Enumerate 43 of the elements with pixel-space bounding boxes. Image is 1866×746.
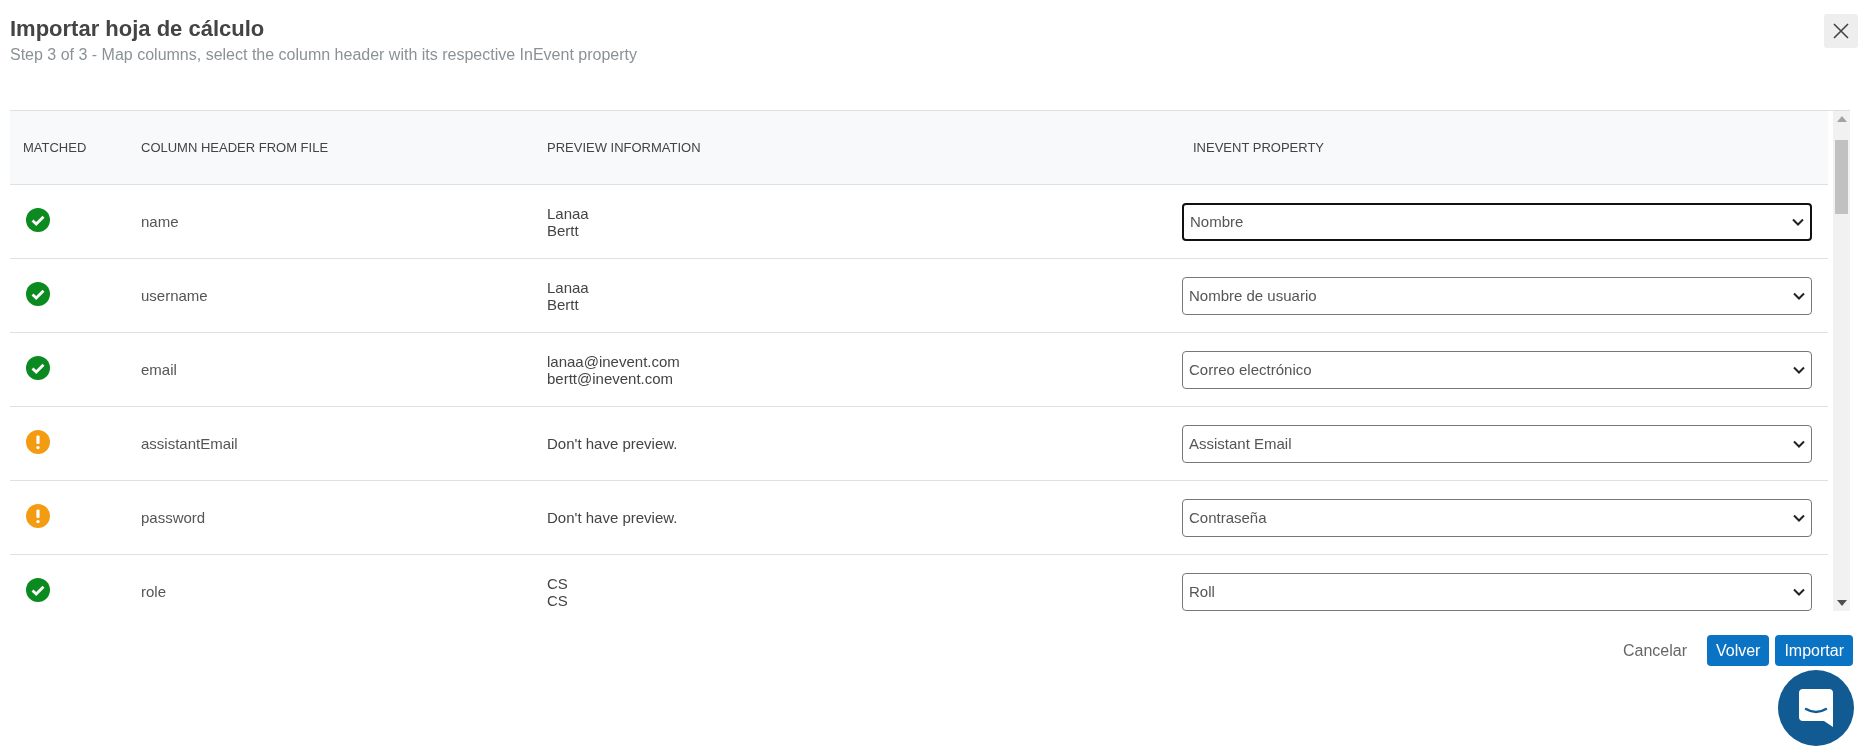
preview-text: Lanaa (547, 278, 590, 296)
scrollbar[interactable] (1833, 111, 1850, 611)
property-dropdown[interactable]: Nombre de usuario (1182, 276, 1812, 315)
table-cell-text: name (140, 213, 180, 230)
chevron-down-icon (1793, 365, 1805, 374)
preview-text: Lanaa (547, 204, 590, 222)
property-dropdown[interactable]: Nombre (1182, 202, 1812, 241)
table-cell-text: password (140, 509, 207, 526)
column-header: COLUMN HEADER FROM FILE (140, 140, 330, 155)
column-header: INEVENT PROPERTY (1192, 140, 1325, 155)
scroll-down-icon[interactable] (1836, 599, 1847, 607)
preview-text: Don't have preview. (547, 509, 679, 526)
close-button[interactable] (1824, 14, 1858, 48)
chevron-down-icon (1792, 217, 1804, 226)
preview-text: CS (547, 591, 569, 609)
cancel-link[interactable]: Cancelar (1616, 640, 1693, 661)
column-header: MATCHED (22, 140, 88, 155)
back-button[interactable]: Volver (1706, 635, 1770, 666)
close-icon (1833, 23, 1849, 39)
preview-text: Bertt (547, 295, 580, 313)
preview-text: Don't have preview. (547, 435, 679, 452)
property-dropdown[interactable]: Contraseña (1182, 498, 1812, 537)
table-cell-text: role (140, 583, 167, 600)
preview-text: CS (547, 574, 569, 592)
chevron-down-icon (1793, 513, 1805, 522)
property-dropdown[interactable]: Roll (1182, 572, 1812, 611)
chevron-down-icon (1793, 439, 1805, 448)
column-header: PREVIEW INFORMATION (546, 140, 702, 155)
chevron-down-icon (1793, 587, 1805, 596)
table-cell-text: username (140, 287, 209, 304)
scrollbar-thumb[interactable] (1835, 140, 1848, 214)
chat-bubble-icon (1799, 689, 1833, 727)
property-dropdown[interactable]: Correo electrónico (1182, 350, 1812, 389)
import-button[interactable]: Importar (1775, 635, 1853, 666)
chevron-down-icon (1793, 291, 1805, 300)
preview-text: bertt@inevent.com (547, 369, 675, 387)
dialog-title: Importar hoja de cálculo (10, 16, 265, 42)
preview-text: Bertt (547, 221, 580, 239)
property-dropdown[interactable]: Assistant Email (1182, 424, 1812, 463)
dialog-subtitle: Step 3 of 3 - Map columns, select the column header with its respective InEvent property (10, 46, 637, 64)
table-cell-text: email (140, 361, 178, 378)
preview-text: lanaa@inevent.com (547, 352, 681, 370)
table-cell-text: assistantEmail (140, 435, 239, 452)
